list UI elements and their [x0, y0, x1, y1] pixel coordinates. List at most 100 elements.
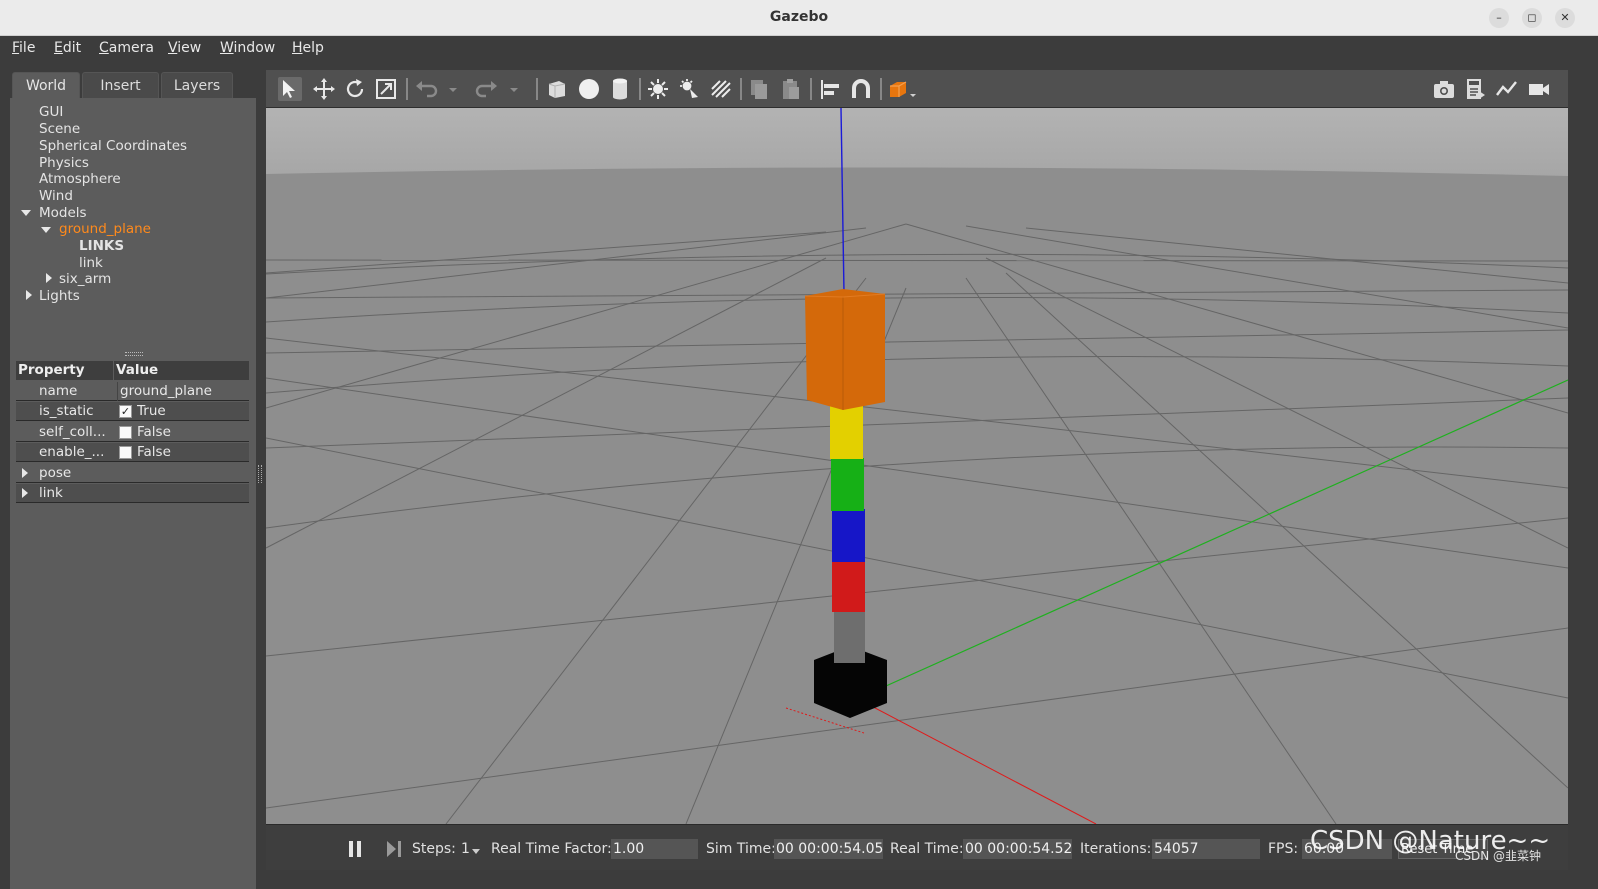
close-button[interactable]: ✕ [1555, 8, 1575, 28]
property-header: Property [16, 361, 113, 380]
scene-viewport[interactable] [266, 108, 1568, 824]
red-link[interactable] [832, 560, 865, 612]
real-time-factor-label: Real Time Factor: [491, 841, 612, 857]
tree-item-models[interactable]: Models [39, 205, 87, 221]
property-row-name[interactable]: name ground_plane [16, 382, 249, 401]
snap-icon[interactable] [849, 77, 873, 101]
steps-label: Steps: [412, 841, 456, 857]
tab-layers[interactable]: Layers [161, 72, 233, 99]
expanded-arrow-icon[interactable] [41, 227, 51, 233]
tree-item-atmosphere[interactable]: Atmosphere [39, 171, 121, 187]
undo-dropdown-icon[interactable] [446, 77, 460, 101]
steps-dropdown-icon[interactable] [472, 849, 480, 854]
tree-item-gui[interactable]: GUI [39, 104, 63, 120]
property-group-pose[interactable]: pose [16, 464, 249, 483]
sphere-icon[interactable] [577, 77, 601, 101]
align-icon[interactable] [818, 77, 842, 101]
property-name: self_coll... [39, 424, 106, 440]
self-collide-checkbox[interactable] [119, 426, 132, 439]
enable-wind-checkbox[interactable] [119, 446, 132, 459]
menu-bar: File Edit Camera View Window Help [0, 36, 1598, 63]
menu-help[interactable]: Help [292, 40, 324, 56]
menu-view[interactable]: View [168, 40, 201, 56]
menu-edit[interactable]: Edit [54, 40, 81, 56]
steps-value[interactable]: 1 [461, 841, 470, 857]
spot-light-icon[interactable] [678, 77, 702, 101]
tree-item-six-arm[interactable]: six_arm [59, 271, 111, 287]
toolbar-separator [740, 78, 742, 100]
property-name: name [39, 383, 78, 399]
pause-icon[interactable] [348, 841, 362, 857]
rotate-icon[interactable] [343, 77, 367, 101]
toolbar-separator [406, 78, 408, 100]
blue-link[interactable] [832, 509, 865, 562]
point-light-icon[interactable] [646, 77, 670, 101]
collapsed-arrow-icon[interactable] [22, 468, 28, 478]
select-arrow-icon[interactable] [278, 77, 302, 101]
menu-file[interactable]: File [12, 40, 35, 56]
toolbar-separator [880, 78, 882, 100]
property-row-enable-wind[interactable]: enable_... False [16, 443, 249, 462]
property-row-is-static[interactable]: is_static ✓ True [16, 402, 249, 421]
redo-dropdown-icon[interactable] [507, 77, 521, 101]
iterations-field: 54057 [1152, 839, 1260, 859]
toolbar-separator [536, 78, 538, 100]
tree-item-links-header: LINKS [79, 238, 125, 254]
vertical-splitter-handle[interactable] [258, 465, 262, 483]
tree-item-link[interactable]: link [79, 255, 103, 271]
undo-icon[interactable] [414, 77, 438, 101]
menu-window[interactable]: Window [220, 40, 275, 56]
translate-icon[interactable] [312, 77, 336, 101]
is-static-checkbox[interactable]: ✓ [119, 405, 132, 418]
property-row-self-collide[interactable]: self_coll... False [16, 423, 249, 442]
green-link[interactable] [831, 458, 864, 511]
maximize-button[interactable]: ◻ [1522, 8, 1542, 28]
screenshot-icon[interactable] [1432, 77, 1456, 101]
property-name: enable_... [39, 444, 105, 460]
gazebo-window: Gazebo – ◻ ✕ File Edit Camera View Windo… [0, 0, 1598, 889]
property-table: Property Value name ground_plane is_stat… [10, 359, 256, 889]
ground-plane[interactable] [266, 167, 1568, 825]
tab-world[interactable]: World [12, 72, 80, 99]
toolbar-separator [810, 78, 812, 100]
window-title: Gazebo [769, 9, 829, 25]
redo-icon[interactable] [475, 77, 499, 101]
scale-icon[interactable] [374, 77, 398, 101]
paste-icon[interactable] [779, 77, 803, 101]
log-icon[interactable] [1463, 77, 1487, 101]
panel-splitter-handle[interactable] [125, 352, 143, 356]
tree-item-lights[interactable]: Lights [39, 288, 80, 304]
property-value[interactable]: ground_plane [117, 382, 247, 401]
tree-item-spherical-coordinates[interactable]: Spherical Coordinates [39, 138, 187, 154]
cylinder-icon[interactable] [608, 77, 632, 101]
tab-insert[interactable]: Insert [82, 72, 159, 99]
step-icon[interactable] [386, 841, 402, 857]
property-value: False [137, 424, 171, 440]
window-edge [1568, 36, 1598, 889]
collapsed-arrow-icon[interactable] [26, 290, 32, 300]
tree-item-scene[interactable]: Scene [39, 121, 80, 137]
collapsed-arrow-icon[interactable] [46, 273, 52, 283]
left-panel: World Insert Layers GUI Scene Spherical … [10, 70, 256, 889]
yellow-link[interactable] [830, 405, 863, 459]
end-effector-box[interactable] [805, 289, 885, 410]
property-group-label: pose [39, 465, 72, 481]
gray-link[interactable] [834, 608, 865, 663]
record-video-icon[interactable] [1527, 77, 1551, 101]
copy-icon[interactable] [747, 77, 771, 101]
property-group-label: link [39, 485, 63, 501]
fps-label: FPS: [1268, 841, 1299, 857]
minimize-button[interactable]: – [1489, 8, 1509, 28]
expanded-arrow-icon[interactable] [21, 210, 31, 216]
plot-icon[interactable] [1495, 77, 1519, 101]
tree-item-physics[interactable]: Physics [39, 155, 89, 171]
collapsed-arrow-icon[interactable] [22, 488, 28, 498]
property-group-link[interactable]: link [16, 484, 249, 503]
tree-item-ground-plane[interactable]: ground_plane [59, 221, 151, 237]
view-angle-icon[interactable] [887, 77, 919, 101]
directional-light-icon[interactable] [709, 77, 733, 101]
tree-item-wind[interactable]: Wind [39, 188, 73, 204]
box-icon[interactable] [545, 77, 569, 101]
menu-camera[interactable]: Camera [99, 40, 154, 56]
world-tree: GUI Scene Spherical Coordinates Physics … [10, 98, 256, 359]
